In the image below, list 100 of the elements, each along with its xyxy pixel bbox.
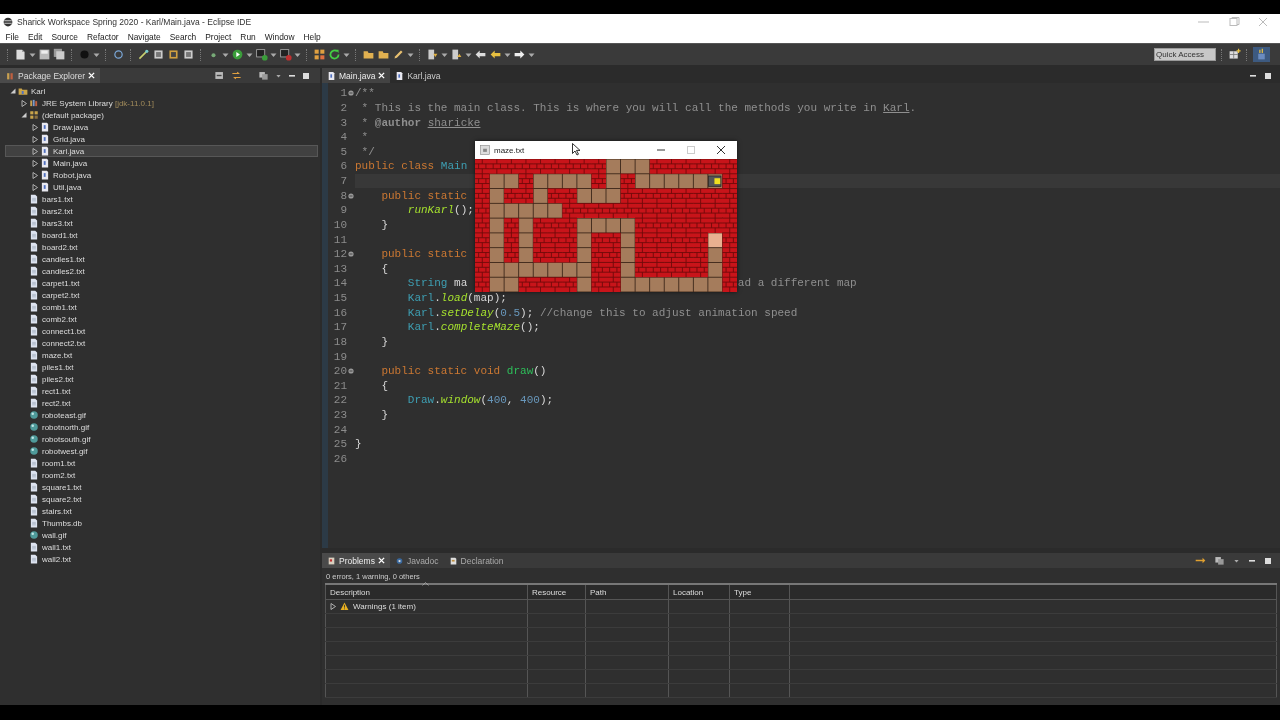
tree-item[interactable]: Util.java bbox=[5, 181, 318, 193]
tree-item[interactable]: bars3.txt bbox=[5, 217, 318, 229]
ring-icon[interactable] bbox=[112, 48, 125, 61]
menu-item[interactable]: Window bbox=[260, 31, 299, 42]
document-arrow-icon[interactable] bbox=[450, 48, 463, 61]
tree-item[interactable]: Main.java bbox=[5, 157, 318, 169]
tree-item[interactable]: Grid.java bbox=[5, 133, 318, 145]
tree-item[interactable]: robotwest.gif bbox=[5, 445, 318, 457]
arrow-left-icon[interactable] bbox=[489, 48, 502, 61]
maximize-icon[interactable] bbox=[1264, 71, 1272, 80]
tree-arrow-icon[interactable] bbox=[32, 147, 38, 155]
fold-icon[interactable] bbox=[348, 251, 354, 258]
menu-item[interactable]: File bbox=[1, 31, 24, 42]
tree-item[interactable]: square2.txt bbox=[5, 493, 318, 505]
perspective-icon[interactable] bbox=[1255, 48, 1268, 61]
tree-item[interactable]: (default package) bbox=[5, 109, 318, 121]
tree-item[interactable]: room2.txt bbox=[5, 469, 318, 481]
play-icon[interactable] bbox=[231, 48, 244, 61]
terminal-play-icon[interactable] bbox=[255, 48, 268, 61]
menu-item[interactable]: Source bbox=[46, 31, 83, 42]
panel-tab[interactable]: Problems bbox=[322, 553, 390, 568]
filter-icon[interactable] bbox=[1214, 555, 1225, 566]
tree-item[interactable]: connect2.txt bbox=[5, 337, 318, 349]
refresh-icon[interactable] bbox=[328, 48, 341, 61]
column-header[interactable]: Location bbox=[668, 584, 730, 600]
tree-item[interactable]: Karl bbox=[5, 85, 318, 97]
tree-item[interactable]: piles1.txt bbox=[5, 361, 318, 373]
view-tab[interactable]: Package Explorer bbox=[0, 68, 101, 83]
tree-item[interactable]: piles2.txt bbox=[5, 373, 318, 385]
tree-arrow-icon[interactable] bbox=[32, 183, 38, 191]
folder-icon[interactable] bbox=[377, 48, 390, 61]
tree-item[interactable]: Thumbs.db bbox=[5, 517, 318, 529]
tree-item[interactable]: connect1.txt bbox=[5, 325, 318, 337]
wand-icon[interactable] bbox=[137, 48, 150, 61]
tree-item[interactable]: candles1.txt bbox=[5, 253, 318, 265]
tree-item[interactable]: rect2.txt bbox=[5, 397, 318, 409]
sort-icon[interactable] bbox=[422, 582, 429, 586]
panel-tab[interactable]: Javadoc bbox=[389, 553, 444, 568]
tree-arrow-icon[interactable] bbox=[21, 112, 27, 118]
tree-item[interactable]: comb2.txt bbox=[5, 313, 318, 325]
editor-tab[interactable]: Karl.java bbox=[390, 68, 446, 83]
tree-arrow-icon[interactable] bbox=[32, 123, 38, 131]
maximize-icon[interactable] bbox=[1264, 556, 1272, 565]
tree-item[interactable]: wall.gif bbox=[5, 529, 318, 541]
column-header[interactable]: Path bbox=[585, 584, 669, 600]
tree-item[interactable]: comb1.txt bbox=[5, 301, 318, 313]
terminal-stop-icon[interactable] bbox=[279, 48, 292, 61]
box-icon[interactable] bbox=[182, 48, 195, 61]
tree-item[interactable]: Draw.java bbox=[5, 121, 318, 133]
tree-item[interactable]: bars2.txt bbox=[5, 205, 318, 217]
tree-item[interactable]: maze.txt bbox=[5, 349, 318, 361]
tree-arrow-icon[interactable] bbox=[32, 135, 38, 143]
tree-arrow-icon[interactable] bbox=[21, 99, 27, 107]
menu-item[interactable]: Search bbox=[165, 31, 201, 42]
arrow-left-icon[interactable] bbox=[474, 48, 487, 61]
close-icon[interactable] bbox=[716, 145, 726, 155]
menu-item[interactable]: Run bbox=[235, 31, 261, 42]
column-header[interactable]: Type bbox=[729, 584, 790, 600]
row-label[interactable]: Warnings (1 item) bbox=[353, 602, 416, 611]
menu-item[interactable]: Navigate bbox=[123, 31, 166, 42]
tree-item[interactable]: robotsouth.gif bbox=[5, 433, 318, 445]
tree-item[interactable]: roboteast.gif bbox=[5, 409, 318, 421]
quick-access-field[interactable]: Quick Access bbox=[1154, 48, 1216, 61]
filter-icon[interactable] bbox=[258, 70, 269, 81]
tree-item[interactable]: candles2.txt bbox=[5, 265, 318, 277]
tree-item[interactable]: wall2.txt bbox=[5, 553, 318, 565]
tree-arrow-icon[interactable] bbox=[32, 159, 38, 167]
tree-item[interactable]: board2.txt bbox=[5, 241, 318, 253]
column-header[interactable]: Resource bbox=[527, 584, 586, 600]
link-icon[interactable] bbox=[231, 70, 242, 81]
sheet-icon[interactable] bbox=[152, 48, 165, 61]
pencil-icon[interactable] bbox=[392, 48, 405, 61]
tree-arrow-icon[interactable] bbox=[32, 171, 38, 179]
menu-item[interactable]: Project bbox=[200, 31, 236, 42]
disks-icon[interactable] bbox=[53, 48, 66, 61]
tree-item[interactable]: rect1.txt bbox=[5, 385, 318, 397]
grid-icon[interactable] bbox=[1228, 48, 1241, 61]
document-arrow-icon[interactable] bbox=[426, 48, 439, 61]
column-header[interactable]: Description bbox=[325, 584, 528, 600]
tree-item[interactable]: square1.txt bbox=[5, 481, 318, 493]
tree-item[interactable]: JRE System Library [jdk-11.0.1] bbox=[5, 97, 318, 109]
tree-item[interactable]: carpet1.txt bbox=[5, 277, 318, 289]
grid-icon[interactable] bbox=[313, 48, 326, 61]
menu-item[interactable]: Help bbox=[299, 31, 326, 42]
arrow-right-icon[interactable] bbox=[1195, 556, 1206, 565]
box-icon[interactable] bbox=[167, 48, 180, 61]
maximize-icon[interactable] bbox=[302, 71, 310, 80]
tree-item[interactable]: bars1.txt bbox=[5, 193, 318, 205]
document-icon[interactable] bbox=[14, 48, 27, 61]
folder-icon[interactable] bbox=[362, 48, 375, 61]
menu-item[interactable]: Edit bbox=[23, 31, 47, 42]
editor-tab[interactable]: Main.java bbox=[322, 68, 391, 83]
collapse-all-icon[interactable] bbox=[214, 70, 225, 81]
tree-item[interactable]: carpet2.txt bbox=[5, 289, 318, 301]
tree-item[interactable]: Karl.java bbox=[5, 145, 318, 157]
tree-item[interactable]: wall1.txt bbox=[5, 541, 318, 553]
tree-item[interactable]: stairs.txt bbox=[5, 505, 318, 517]
fold-icon[interactable] bbox=[348, 368, 354, 375]
panel-tab[interactable]: Declaration bbox=[443, 553, 509, 568]
fold-icon[interactable] bbox=[348, 192, 354, 199]
